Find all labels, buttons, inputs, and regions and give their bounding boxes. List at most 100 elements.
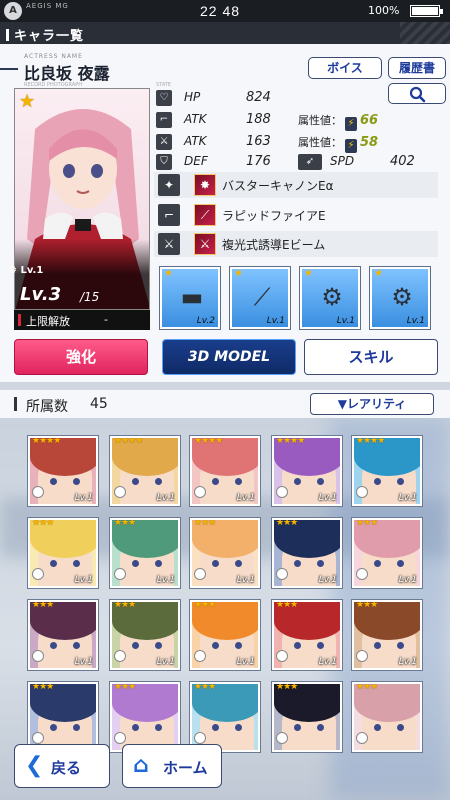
page-title: キャラ一覧 xyxy=(6,25,84,44)
card-rarity-stars: ★★★ xyxy=(276,682,298,692)
character-card[interactable]: ★★★ Lv.1 xyxy=(190,600,260,670)
skill-row-1[interactable]: ✦ ✸ バスターキャノンEα xyxy=(154,172,438,198)
enhance-button[interactable]: 強化 xyxy=(14,339,148,375)
battery-percent: 100% xyxy=(368,4,400,17)
weapon-slot-3[interactable]: ★ ⚙ Lv.1 xyxy=(300,267,360,329)
card-level: Lv.1 xyxy=(74,657,93,667)
limit-break-value: - xyxy=(104,313,108,326)
character-card[interactable]: ★★★ xyxy=(28,682,98,752)
character-card[interactable]: ★★★ Lv.1 xyxy=(190,518,260,588)
card-rarity-stars: ★★★★ xyxy=(114,436,143,446)
card-level: Lv.1 xyxy=(318,657,337,667)
type-icon xyxy=(32,650,44,662)
type-icon xyxy=(114,486,126,498)
character-card[interactable]: ★★★ Lv.1 xyxy=(352,518,422,588)
status-bar: A AEGIS MG 22 48 100% xyxy=(0,0,450,22)
rarity-star-icon: ★ xyxy=(19,91,36,112)
character-eyes xyxy=(132,478,162,485)
gun-icon: ⌐ xyxy=(156,112,172,128)
app-logo: A xyxy=(4,2,22,20)
card-level: Lv.1 xyxy=(236,657,255,667)
type-icon xyxy=(194,732,206,744)
card-rarity-stars: ★★★★ xyxy=(276,436,305,446)
character-card[interactable]: ★★★ Lv.1 xyxy=(352,600,422,670)
character-card[interactable]: ★★★ Lv.1 xyxy=(272,600,342,670)
character-eyes xyxy=(294,724,324,731)
card-rarity-stars: ★★★★ xyxy=(32,436,61,446)
character-card[interactable]: ★★★★ Lv.1 xyxy=(110,436,180,506)
card-level: Lv.1 xyxy=(398,493,417,503)
character-card[interactable]: ★★★ xyxy=(110,682,180,752)
rarity-sort-button[interactable]: ▼レアリティ xyxy=(310,393,434,415)
type-icon xyxy=(356,568,368,580)
character-eyes xyxy=(50,560,80,567)
type-icon xyxy=(194,486,206,498)
stat-atk-1: ⌐ ATK 188 xyxy=(154,110,294,130)
character-card[interactable]: ★★★★ Lv.1 xyxy=(352,436,422,506)
card-rarity-stars: ★★★ xyxy=(114,600,136,610)
rifle-icon: ▬ xyxy=(180,283,204,311)
type-icon xyxy=(32,486,44,498)
character-card[interactable]: ★★★ Lv.1 xyxy=(272,518,342,588)
character-card[interactable]: ★★★ Lv.1 xyxy=(28,518,98,588)
character-card[interactable]: ★★★ xyxy=(272,682,342,752)
skill-row-2[interactable]: ⌐ ⟋ ラピッドファイアE xyxy=(154,202,438,228)
skill-row-3[interactable]: ⚔ ⚔ 複光式誘導Eビーム xyxy=(154,231,438,257)
voice-button[interactable]: ボイス xyxy=(308,57,382,79)
type-icon xyxy=(32,568,44,580)
card-level: Lv.1 xyxy=(398,575,417,585)
card-level: Lv.1 xyxy=(156,657,175,667)
sword-icon: ⚔ xyxy=(156,134,172,150)
skill-button[interactable]: スキル xyxy=(304,339,438,375)
stat-atk-2: ⚔ ATK 163 xyxy=(154,132,294,152)
stat-spd: ➶ SPD 402 xyxy=(298,152,438,172)
card-level: Lv.1 xyxy=(398,657,417,667)
character-card[interactable]: ★★★★ Lv.1 xyxy=(28,436,98,506)
weapon-slot-1[interactable]: ★ ▬ Lv.2 xyxy=(160,267,220,329)
character-eyes xyxy=(374,560,404,567)
type-icon xyxy=(356,732,368,744)
member-count: 45 xyxy=(90,396,108,412)
card-rarity-stars: ★★★ xyxy=(356,600,378,610)
card-level: Lv.1 xyxy=(74,575,93,585)
type-icon xyxy=(114,568,126,580)
member-count-label: 所属数 xyxy=(26,399,68,415)
wolf-icon: ✦ xyxy=(158,174,180,196)
weapon-slot-2[interactable]: ★ ⟋ Lv.1 xyxy=(230,267,290,329)
3d-model-button[interactable]: 3D MODEL xyxy=(162,339,296,375)
home-button[interactable]: ⌂ ホーム xyxy=(122,744,222,788)
search-button[interactable] xyxy=(388,83,446,104)
character-card[interactable]: ★★★ Lv.1 xyxy=(110,600,180,670)
back-button[interactable]: ❮ 戻る xyxy=(14,744,110,788)
character-eyes xyxy=(294,642,324,649)
skill-burst-icon: ✸ xyxy=(194,174,216,196)
card-rarity-stars: ★★★ xyxy=(356,518,378,528)
character-eyes xyxy=(294,560,324,567)
character-card[interactable]: ★★★ Lv.1 xyxy=(28,600,98,670)
card-level: Lv.1 xyxy=(318,575,337,585)
character-card[interactable]: ★★★ xyxy=(352,682,422,752)
lightning-icon: ⚡ xyxy=(345,139,357,153)
character-eyes xyxy=(132,560,162,567)
character-card[interactable]: ★★★ Lv.1 xyxy=(110,518,180,588)
brand-text: AEGIS MG xyxy=(26,2,69,10)
character-eyes xyxy=(212,478,242,485)
card-rarity-stars: ★★★ xyxy=(32,682,54,692)
character-eyes xyxy=(374,642,404,649)
card-level: Lv.1 xyxy=(236,493,255,503)
card-rarity-stars: ★★★ xyxy=(276,600,298,610)
character-card[interactable]: ★★★ xyxy=(190,682,260,752)
header-decoration xyxy=(400,22,450,44)
character-eyes xyxy=(132,642,162,649)
armor-icon: ⚙ xyxy=(391,283,413,311)
sword-icon: ⚔ xyxy=(158,233,180,255)
weapon-slot-4[interactable]: ★ ⚙ Lv.1 xyxy=(370,267,430,329)
history-button[interactable]: 履歴書 xyxy=(388,57,446,79)
card-rarity-stars: ★★★ xyxy=(194,518,216,528)
card-level: Lv.1 xyxy=(318,493,337,503)
clock: 22 48 xyxy=(200,3,241,19)
card-level: Lv.1 xyxy=(156,575,175,585)
character-card[interactable]: ★★★★ Lv.1 xyxy=(190,436,260,506)
character-card[interactable]: ★★★★ Lv.1 xyxy=(272,436,342,506)
character-level-max: /15 xyxy=(80,290,100,304)
